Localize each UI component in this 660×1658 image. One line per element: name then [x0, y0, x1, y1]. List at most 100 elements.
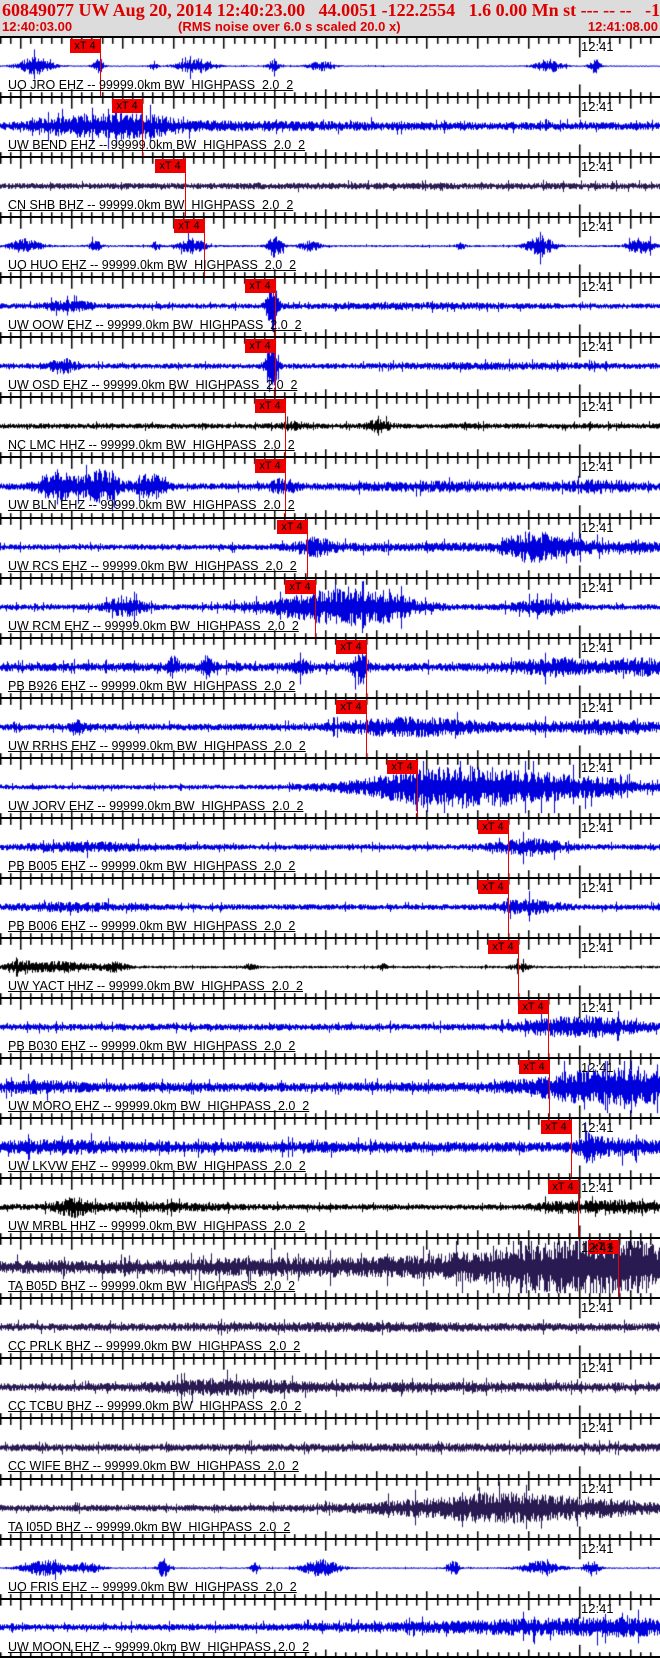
seismogram-viewer: 60849077 UW Aug 20, 2014 12:40:23.00 44.… — [0, 0, 660, 1658]
station-label: UW BLN EHZ -- 99999.0km BW HIGHPASS 2.0 … — [8, 498, 295, 513]
minute-label: 12:41 — [581, 939, 614, 955]
pick-flag[interactable]: xT 4 — [336, 699, 366, 714]
minute-label: 12:41 — [581, 759, 614, 775]
trace-panel[interactable]: xT 4 12:41 PB B006 EHZ -- 99999.0km BW HIG… — [0, 876, 660, 937]
trace-panel[interactable]: xT 4 12:41 UW BLN EHZ -- 99999.0km BW HIGH… — [0, 456, 660, 517]
station-label: UO JRO EHZ -- 99999.0km BW HIGHPASS 2.0 … — [8, 78, 294, 92]
station-label: PB B005 EHZ -- 99999.0km BW HIGHPASS 2.0… — [8, 858, 296, 873]
window-start-time: 12:40:03.00 — [2, 19, 73, 34]
trace-panel[interactable]: xT 4 12:41 PB B030 EHZ -- 99999.0km BW HIG… — [0, 997, 660, 1058]
trace-panel[interactable]: xT 4 12:41 UO HUO EHZ -- 99999.0km BW HIGH… — [0, 216, 660, 277]
minute-label: 12:41 — [581, 1000, 614, 1015]
trace-panel[interactable]: xT 4 12:41 UO JRO EHZ -- 99999.0km BW HIGH… — [0, 36, 660, 97]
station-label: PB B926 EHZ -- 99999.0km BW HIGHPASS 2.0… — [8, 678, 296, 693]
trace-panel[interactable]: 12:41 UW MOON EHZ -- 99999.0km BW HIGHPAS… — [0, 1597, 660, 1658]
station-label: UW JORV EHZ -- 99999.0km BW HIGHPASS 2.0… — [8, 798, 304, 813]
trace-panel[interactable]: xT 4 12:41 UW YACT HHZ -- 99999.0km BW HIG… — [0, 936, 660, 997]
station-label: UW RRHS EHZ -- 99999.0km BW HIGHPASS 2.0… — [8, 738, 306, 753]
minute-label: 12:41 — [581, 1480, 614, 1496]
station-label: UW BEND EHZ -- 99999.0km BW HIGHPASS 2.0… — [8, 138, 306, 153]
trace-panel[interactable]: xT 4 12:41 UW BEND EHZ -- 99999.0km BW HIG… — [0, 96, 660, 157]
trace-panel-list: xT 4 12:41 UO JRO EHZ -- 99999.0km BW HIGH… — [0, 36, 660, 1658]
station-label: PB B006 EHZ -- 99999.0km BW HIGHPASS 2.0… — [8, 918, 296, 933]
station-label: UW MRBL HHZ -- 99999.0km BW HIGHPASS 2.0… — [8, 1219, 306, 1234]
minute-label: 12:41 — [581, 879, 614, 895]
trace-panel[interactable]: xT 4 12:41 UW OOW EHZ -- 99999.0km BW HIGH… — [0, 276, 660, 337]
station-label: UO HUO EHZ -- 99999.0km BW HIGHPASS 2.0 … — [8, 258, 297, 273]
station-label: CC TCBU BHZ -- 99999.0km BW HIGHPASS 2.0… — [8, 1399, 302, 1414]
minute-label: 12:41 — [581, 1360, 614, 1376]
trace-panel[interactable]: xT 4 12:41 UW MORO EHZ -- 99999.0km BW HIG… — [0, 1057, 660, 1118]
station-label: UW LKVW EHZ -- 99999.0km BW HIGHPASS 2.0… — [8, 1159, 306, 1174]
minute-label: 12:41 — [581, 459, 614, 475]
trace-panel[interactable]: xT 4 12:41 UW RCS EHZ -- 99999.0km BW HIGH… — [0, 516, 660, 577]
pick-flag[interactable]: xT 4 — [245, 339, 275, 354]
minute-label: 12:41 — [581, 1540, 614, 1556]
station-label: UW OOW EHZ -- 99999.0km BW HIGHPASS 2.0 … — [8, 318, 302, 333]
pick-flag[interactable]: xT 4 — [277, 519, 307, 534]
minute-label: 12:41 — [581, 99, 614, 115]
pick-flag[interactable]: xT 4 — [245, 279, 275, 294]
minute-label: 12:41 — [581, 819, 614, 835]
pick-flag[interactable]: xT 4 — [518, 1000, 548, 1014]
minute-label: 12:41 — [581, 1180, 614, 1196]
pick-flag[interactable]: xT 4 — [70, 39, 100, 53]
pick-flag[interactable]: xT 4 — [155, 159, 185, 174]
station-label: CN SHB BHZ -- 99999.0km BW HIGHPASS 2.0 … — [8, 198, 294, 213]
station-label: NC LMC HHZ -- 99999.0km BW HIGHPASS 2.0 … — [8, 438, 295, 453]
station-label: UW YACT HHZ -- 99999.0km BW HIGHPASS 2.0… — [8, 978, 303, 993]
minute-label: 12:41 — [581, 279, 614, 295]
trace-panel[interactable]: 12:41 UO FRIS EHZ -- 99999.0km BW HIGHPAS… — [0, 1537, 660, 1598]
station-label: CC PRLK BHZ -- 99999.0km BW HIGHPASS 2.0… — [8, 1339, 301, 1354]
pick-flag[interactable]: xT 4 — [174, 219, 204, 234]
pick-flag[interactable]: xT 4 — [336, 639, 366, 654]
minute-label: 12:41 — [581, 39, 614, 54]
pick-flag[interactable]: xT 4 — [255, 399, 285, 414]
station-label: TA I05D BHZ -- 99999.0km BW HIGHPASS 2.0… — [8, 1519, 291, 1534]
trace-panel[interactable]: xT 4 12:41 TA B05D BHZ -- 99999.0km BW HIG… — [0, 1237, 660, 1298]
station-label: UW MOON EHZ -- 99999.0km BW HIGHPASS 2.0… — [8, 1639, 310, 1654]
minute-label: 12:41 — [581, 159, 614, 175]
pick-flag[interactable]: xT 4 — [112, 99, 142, 114]
event-header: 60849077 UW Aug 20, 2014 12:40:23.00 44.… — [0, 0, 660, 36]
station-label: PB B030 EHZ -- 99999.0km BW HIGHPASS 2.0… — [8, 1039, 296, 1053]
trace-panel[interactable]: xT 4 12:41 PB B005 EHZ -- 99999.0km BW HIG… — [0, 816, 660, 877]
trace-panel[interactable]: xT 4 12:41 NC LMC HHZ -- 99999.0km BW HIGH… — [0, 396, 660, 457]
station-label: CC WIFE BHZ -- 99999.0km BW HIGHPASS 2.0… — [8, 1459, 299, 1474]
station-label: UO FRIS EHZ -- 99999.0km BW HIGHPASS 2.0… — [8, 1579, 297, 1594]
pick-flag[interactable]: xT 4 — [255, 459, 285, 474]
trace-panel[interactable]: xT 4 12:41 UW MRBL HHZ -- 99999.0km BW HIG… — [0, 1177, 660, 1238]
minute-label: 12:41 — [581, 1120, 614, 1136]
scale-note: (RMS noise over 6.0 s scaled 20.0 x) — [178, 19, 401, 34]
minute-label: 12:41 — [581, 1240, 614, 1256]
trace-panel[interactable]: xT 4 12:41 PB B926 EHZ -- 99999.0km BW HIG… — [0, 636, 660, 697]
trace-panel[interactable]: xT 4 12:41 UW RCM EHZ -- 99999.0km BW HIGH… — [0, 576, 660, 637]
minute-label: 12:41 — [581, 639, 614, 655]
minute-label: 12:41 — [581, 1600, 614, 1616]
pick-flag[interactable]: xT 4 — [541, 1120, 571, 1135]
trace-panel[interactable]: 12:41 CC PRLK BHZ -- 99999.0km BW HIGHPAS… — [0, 1297, 660, 1358]
minute-label: 12:41 — [581, 699, 614, 715]
minute-label: 12:41 — [581, 1300, 614, 1316]
pick-flag[interactable]: xT 4 — [488, 939, 518, 954]
pick-flag[interactable]: xT 4 — [548, 1180, 578, 1195]
trace-panel[interactable]: xT 4 12:41 UW OSD EHZ -- 99999.0km BW HIGH… — [0, 336, 660, 397]
pick-flag[interactable]: xT 4 — [478, 879, 508, 894]
trace-panel[interactable]: xT 4 12:41 UW JORV EHZ -- 99999.0km BW HIG… — [0, 756, 660, 817]
trace-panel[interactable]: xT 4 12:41 UW RRHS EHZ -- 99999.0km BW HIG… — [0, 696, 660, 757]
minute-label: 12:41 — [581, 1060, 614, 1076]
pick-flag[interactable]: xT 4 — [478, 819, 508, 834]
pick-flag[interactable]: xT 4 — [285, 579, 315, 594]
trace-panel[interactable]: 12:41 CC TCBU BHZ -- 99999.0km BW HIGHPAS… — [0, 1357, 660, 1418]
pick-flag[interactable]: xT 4 — [387, 759, 417, 774]
trace-panel[interactable]: xT 4 12:41 UW LKVW EHZ -- 99999.0km BW HIG… — [0, 1117, 660, 1178]
pick-flag[interactable]: xT 4 — [519, 1060, 549, 1075]
minute-label: 12:41 — [581, 339, 614, 355]
trace-panel[interactable]: xT 4 12:41 CN SHB BHZ -- 99999.0km BW HIGH… — [0, 156, 660, 217]
minute-label: 12:41 — [581, 219, 614, 235]
trace-panel[interactable]: 12:41 TA I05D BHZ -- 99999.0km BW HIGHPAS… — [0, 1477, 660, 1538]
minute-label: 12:41 — [581, 1420, 614, 1436]
station-label: TA B05D BHZ -- 99999.0km BW HIGHPASS 2.0… — [8, 1279, 296, 1294]
trace-panel[interactable]: 12:41 CC WIFE BHZ -- 99999.0km BW HIGHPAS… — [0, 1417, 660, 1478]
station-label: UW MORO EHZ -- 99999.0km BW HIGHPASS 2.0… — [8, 1099, 310, 1114]
